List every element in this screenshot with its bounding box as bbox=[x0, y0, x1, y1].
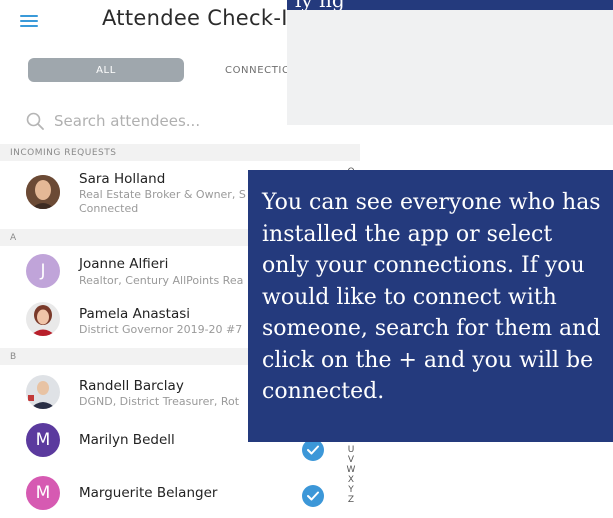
attendee-subtitle: DGND, District Treasurer, Rot bbox=[79, 395, 240, 408]
attendee-subtitle: Realtor, Century AllPoints Rea bbox=[79, 274, 244, 287]
alphabet-index-letter[interactable]: V bbox=[344, 455, 358, 465]
avatar bbox=[26, 302, 60, 336]
alphabet-index-letter[interactable]: Y bbox=[344, 485, 358, 495]
top-banner-text: ly ng bbox=[295, 0, 345, 10]
alphabet-index-letter[interactable]: U bbox=[344, 445, 358, 455]
page-title: Attendee Check-In bbox=[102, 6, 302, 30]
alphabet-index-letter[interactable]: W bbox=[344, 465, 358, 475]
callout-text: You can see everyone who has installed t… bbox=[262, 190, 601, 404]
tab-all[interactable]: ALL bbox=[28, 58, 184, 82]
alphabet-index-letter[interactable]: X bbox=[344, 475, 358, 485]
top-banner: ly ng bbox=[287, 0, 613, 10]
tab-connections[interactable]: CONNECTIC bbox=[225, 58, 290, 82]
alphabet-index-letter[interactable]: Z bbox=[344, 495, 358, 505]
avatar bbox=[26, 375, 60, 409]
instruction-callout: You can see everyone who has installed t… bbox=[248, 170, 613, 442]
search-input[interactable] bbox=[52, 111, 306, 131]
attendee-name: Sara Holland bbox=[79, 171, 166, 187]
connected-check-icon[interactable] bbox=[302, 439, 324, 461]
attendee-name: Marilyn Bedell bbox=[79, 432, 175, 448]
search-icon bbox=[26, 112, 44, 130]
attendee-name: Randell Barclay bbox=[79, 378, 184, 394]
attendee-subtitle: Real Estate Broker & Owner, S bbox=[79, 188, 246, 201]
attendee-name: Marguerite Belanger bbox=[79, 485, 218, 501]
avatar: M bbox=[26, 476, 60, 510]
connection-status: Connected bbox=[79, 202, 139, 215]
avatar: M bbox=[26, 423, 60, 457]
attendee-row-marguerite-belanger[interactable]: M Marguerite Belanger bbox=[0, 466, 360, 516]
search-bar[interactable] bbox=[26, 108, 326, 134]
avatar: J bbox=[26, 254, 60, 288]
background-panel bbox=[287, 10, 613, 125]
section-header-incoming: INCOMING REQUESTS bbox=[0, 144, 360, 161]
menu-icon[interactable] bbox=[20, 12, 38, 30]
alphabet-index: U V W X Y Z bbox=[344, 445, 358, 505]
attendee-name: Pamela Anastasi bbox=[79, 306, 191, 322]
attendee-subtitle: District Governor 2019-20 #7 bbox=[79, 323, 243, 336]
attendee-name: Joanne Alfieri bbox=[79, 256, 169, 272]
connected-check-icon[interactable] bbox=[302, 485, 324, 507]
avatar bbox=[26, 175, 60, 209]
